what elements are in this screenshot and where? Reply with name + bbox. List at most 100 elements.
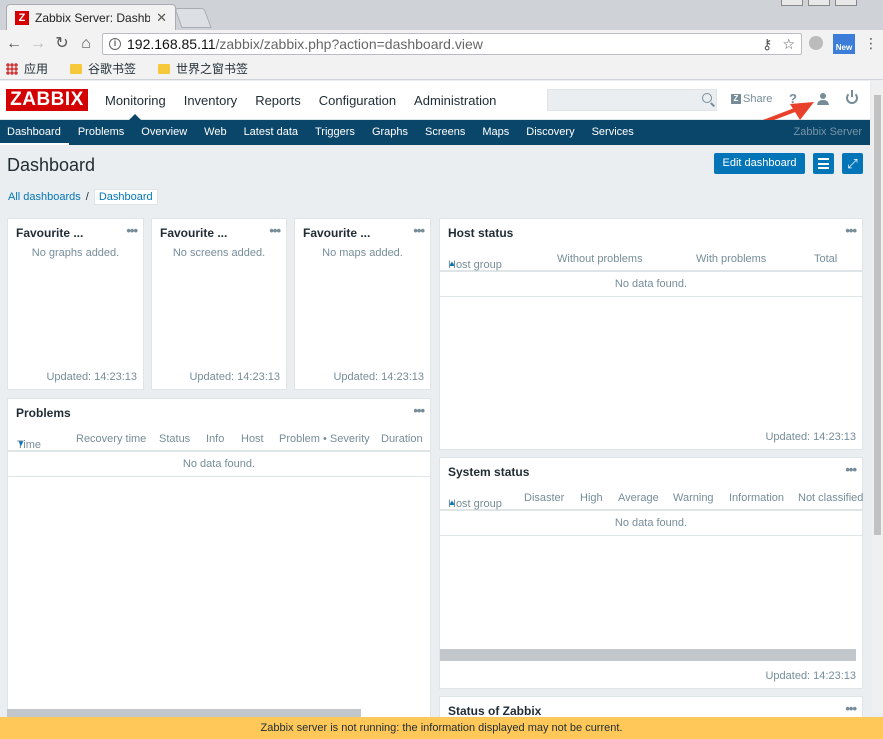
extension-icon[interactable] (809, 36, 823, 50)
widget-options-icon[interactable]: ••• (845, 223, 857, 238)
bookmark-google[interactable]: 谷歌书签 (88, 60, 136, 77)
submenu-overview[interactable]: Overview (133, 120, 196, 145)
submenu-latest-data[interactable]: Latest data (235, 120, 306, 145)
submenu-triggers[interactable]: Triggers (307, 120, 364, 145)
widget-title: Status of Zabbix (448, 704, 542, 718)
breadcrumb-all-dashboards[interactable]: All dashboards (8, 191, 81, 203)
dashboard-actions-menu-icon[interactable] (813, 153, 834, 174)
search-icon[interactable] (702, 93, 712, 103)
widget-updated: Updated: 14:23:13 (189, 371, 280, 383)
browser-tab[interactable]: Z Zabbix Server: Dashboa ✕ (6, 4, 176, 30)
sort-asc-icon: ▲ (448, 259, 456, 268)
server-warning-banner: Zabbix server is not running: the inform… (0, 717, 883, 739)
column-without-problems: Without problems (557, 253, 643, 265)
bookmark-star-icon[interactable]: ☆ (782, 36, 795, 53)
fullscreen-icon[interactable]: ⤢ (842, 153, 863, 174)
zabbix-logo[interactable]: ZABBIX (6, 89, 88, 111)
breadcrumb-current[interactable]: Dashboard (93, 189, 158, 205)
widget-options-icon[interactable]: ••• (845, 701, 857, 716)
sort-asc-icon: ▲ (448, 498, 456, 507)
bookmark-world[interactable]: 世界之窗书签 (176, 60, 248, 77)
column-total: Total (814, 253, 838, 265)
column-average: Average (618, 492, 659, 504)
widget-title: System status (448, 465, 530, 479)
submenu-web[interactable]: Web (196, 120, 235, 145)
widget-updated: Updated: 14:23:13 (765, 670, 856, 682)
widget-empty-message: No maps added. (322, 247, 403, 259)
widget-options-icon[interactable]: ••• (126, 223, 138, 238)
widget-title: Host status (448, 226, 514, 240)
browser-tabstrip: Z Zabbix Server: Dashboa ✕ (0, 0, 883, 30)
no-data-row: No data found. (440, 272, 862, 297)
user-profile-icon[interactable] (817, 93, 829, 105)
menu-administration[interactable]: Administration (405, 81, 505, 120)
menu-monitoring[interactable]: Monitoring (96, 81, 175, 120)
page-title: Dashboard (7, 155, 96, 175)
minimize-window-icon[interactable] (781, 0, 803, 6)
menu-configuration[interactable]: Configuration (310, 81, 405, 120)
widget-title: Favourite ... (16, 226, 84, 240)
new-extension-icon[interactable]: New (833, 34, 855, 54)
back-arrow-icon[interactable]: ← (4, 34, 24, 54)
maximize-window-icon[interactable] (808, 0, 830, 6)
submenu-maps[interactable]: Maps (474, 120, 518, 145)
breadcrumb-separator: / (85, 191, 89, 203)
no-data-row: No data found. (440, 511, 862, 536)
close-tab-icon[interactable]: ✕ (156, 10, 167, 26)
column-recovery-time: Recovery time (76, 433, 147, 445)
table-header: Host group ▲ Without problems With probl… (440, 247, 862, 272)
column-not-classified: Not classified (798, 492, 864, 504)
widget-options-icon[interactable]: ••• (269, 223, 281, 238)
sort-desc-icon: ▼ (17, 439, 25, 448)
bookmarks-bar: 应用 谷歌书签 世界之窗书签 (0, 58, 883, 80)
widget-favourite-maps: Favourite ... ••• No maps added. Updated:… (294, 218, 431, 390)
submenu-screens[interactable]: Screens (417, 120, 474, 145)
home-icon[interactable]: ⌂ (76, 34, 96, 54)
widget-favourite-graphs: Favourite ... ••• No graphs added. Update… (7, 218, 144, 390)
menu-reports[interactable]: Reports (246, 81, 310, 120)
edit-dashboard-button[interactable]: Edit dashboard (714, 153, 805, 174)
submenu-problems[interactable]: Problems (69, 120, 132, 145)
column-host: Host (241, 433, 264, 445)
url-host: 192.168.85.11 (127, 36, 216, 52)
table-header: Host group ▲ Disaster High Average Warni… (440, 486, 864, 511)
page-scrollbar-thumb[interactable] (874, 95, 881, 535)
submenu-graphs[interactable]: Graphs (363, 120, 416, 145)
submenu-services[interactable]: Services (583, 120, 642, 145)
widget-problems: Problems ••• Time ▼ Recovery time Status … (7, 398, 431, 718)
browser-toolbar: ← → ↻ ⌂ i 192.168.85.11/zabbix/zabbix.ph… (0, 30, 883, 58)
submenu-dashboard[interactable]: Dashboard (0, 120, 70, 145)
widget-title: Favourite ... (160, 226, 228, 240)
site-info-icon[interactable]: i (109, 38, 121, 50)
column-duration: Duration (381, 433, 423, 445)
server-name: Zabbix Server (793, 126, 862, 138)
widget-options-icon[interactable]: ••• (413, 223, 425, 238)
breadcrumb: All dashboards / Dashboard (8, 189, 158, 205)
zabbix-favicon-icon: Z (15, 10, 29, 25)
column-status: Status (159, 433, 191, 445)
widget-updated: Updated: 14:23:13 (46, 371, 137, 383)
forward-arrow-icon[interactable]: → (28, 34, 48, 54)
sign-out-icon[interactable] (846, 90, 858, 104)
search-input[interactable] (547, 89, 717, 111)
column-info: Info (206, 433, 225, 445)
menu-inventory[interactable]: Inventory (175, 81, 246, 120)
close-window-icon[interactable] (835, 0, 857, 6)
address-bar[interactable]: i 192.168.85.11/zabbix/zabbix.php?action… (102, 33, 802, 55)
column-disaster: Disaster (524, 492, 565, 504)
horizontal-scrollbar[interactable] (7, 709, 361, 717)
widget-title: Problems (16, 406, 71, 420)
key-icon[interactable]: ⚷ (762, 36, 772, 53)
widget-options-icon[interactable]: ••• (413, 403, 425, 418)
column-information: Information (729, 492, 785, 504)
bookmark-apps[interactable]: 应用 (24, 60, 48, 77)
apps-grid-icon[interactable] (6, 62, 18, 75)
horizontal-scrollbar[interactable] (440, 649, 856, 661)
column-warning: Warning (673, 492, 714, 504)
new-tab-button[interactable] (174, 8, 212, 28)
reload-icon[interactable]: ↻ (52, 34, 72, 54)
browser-menu-icon[interactable]: ⋮ (864, 35, 878, 52)
widget-options-icon[interactable]: ••• (845, 462, 857, 477)
submenu-discovery[interactable]: Discovery (518, 120, 583, 145)
folder-icon (70, 63, 83, 74)
